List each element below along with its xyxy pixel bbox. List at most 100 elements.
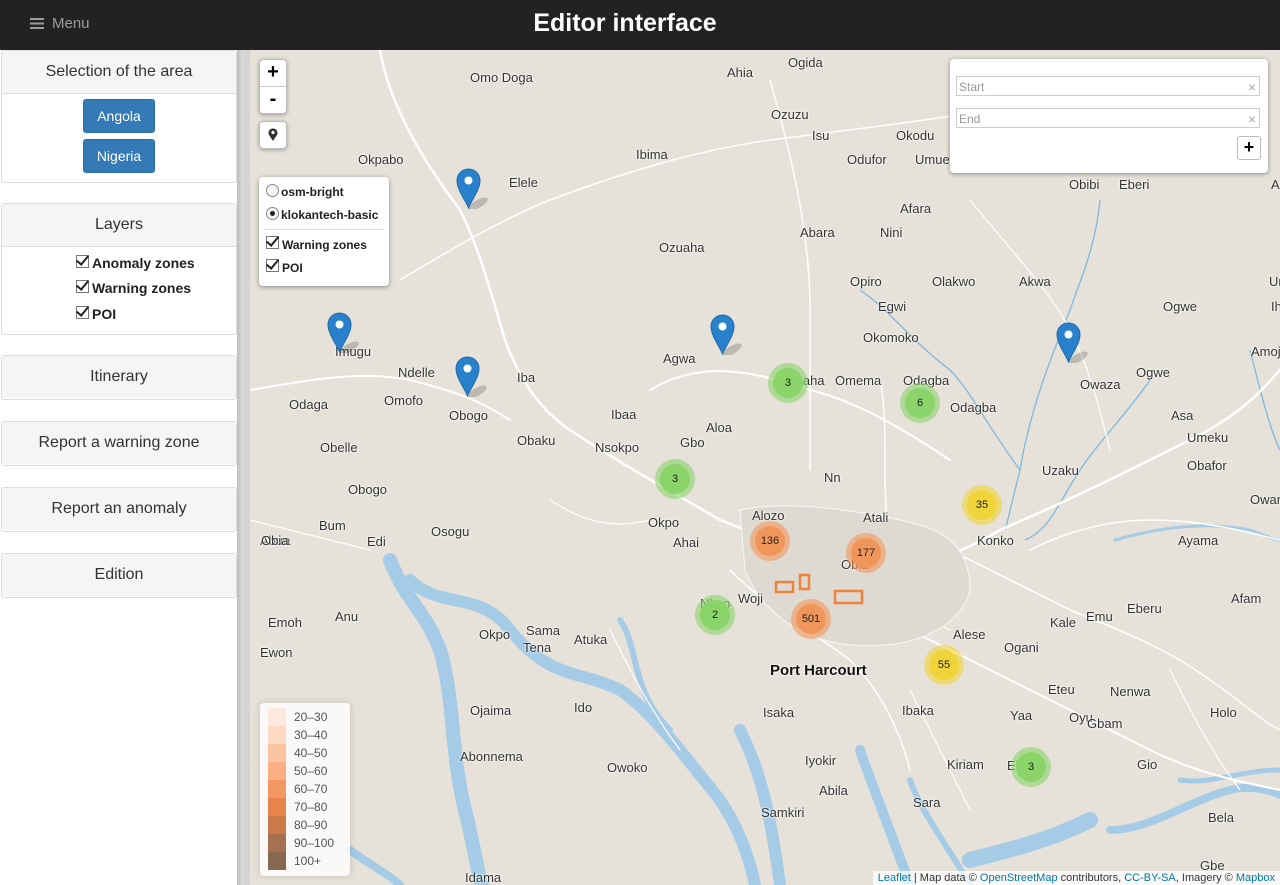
place-label: Abila [819,783,848,798]
place-label: Ogida [788,55,823,70]
report-warning-header[interactable]: Report a warning zone [2,422,236,464]
place-label: Holo [1210,705,1237,720]
marker-cluster[interactable]: 35 [962,485,1002,525]
divider [264,229,384,230]
top-navbar: Menu Editor interface [0,0,1280,50]
legend-label: 80–90 [294,818,328,832]
warning-zones-checkbox[interactable]: Warning zones [76,280,191,296]
poi-marker[interactable] [455,356,487,399]
place-label: Ibaa [611,407,637,422]
place-label: Aloa [706,420,733,435]
nigeria-button[interactable]: Nigeria [83,139,155,173]
marker-cluster[interactable]: 3 [1011,747,1051,787]
poi-marker[interactable] [456,168,488,211]
place-label: Egwi [878,299,907,314]
marker-cluster[interactable]: 3 [768,363,808,403]
anomaly-zones-checkbox[interactable]: Anomaly zones [76,255,195,271]
map-attribution: Leaflet | Map data © OpenStreetMap contr… [872,871,1280,885]
area-selection-header[interactable]: Selection of the area [2,51,236,94]
legend-label: 40–50 [294,746,328,760]
place-label: Bela [1208,810,1235,825]
place-label: Elele [509,175,538,190]
checkbox-icon [76,255,89,268]
place-label: Odagba [950,400,997,415]
place-label: Nenwa [1110,684,1151,699]
marker-cluster[interactable]: 55 [924,645,964,685]
place-label: Akwa [1019,274,1051,289]
locate-button[interactable] [259,121,287,149]
place-label: Ayama [1178,533,1219,548]
legend-item: 70–80 [268,798,327,816]
legend-label: 20–30 [294,710,328,724]
zoom-out-button[interactable]: - [260,87,286,113]
osm-link[interactable]: OpenStreetMap [980,872,1058,884]
base-layer-klokantech-basic[interactable]: klokantech-basic [266,207,378,222]
overlay-warning-zones[interactable]: Warning zones [266,236,367,252]
place-label: Kale [1050,615,1077,630]
place-label: Ndelle [398,365,435,380]
place-label: Umu [1269,274,1280,289]
zoom-in-button[interactable]: + [260,60,286,87]
map[interactable]: Omo Doga Ahia Ogida Ozuzu Isu Okodu Okpabo Ibim… [250,50,1280,885]
place-label: Osogu [431,524,470,539]
place-label: Gbo [680,435,705,450]
place-label: Nn [824,470,841,485]
cluster-count: 136 [755,526,785,556]
mapbox-link[interactable]: Mapbox [1236,872,1275,884]
place-label: Okpo [479,627,511,642]
marker-cluster[interactable]: 6 [900,383,940,423]
clear-end-icon[interactable]: × [1248,109,1256,129]
place-label: Emu [1086,609,1113,624]
anomaly-zones-label: Anomaly zones [92,255,195,271]
legend-swatch [268,816,286,834]
legend-label: 30–40 [294,728,328,742]
map-tiles [250,50,1280,885]
report-anomaly-header[interactable]: Report an anomaly [2,488,236,530]
poi-label: POI [92,306,117,322]
radio-selected-icon [266,207,279,220]
start-input[interactable]: Start × [956,76,1260,96]
poi-marker[interactable] [327,312,359,355]
legend-item: 50–60 [268,762,327,780]
angola-button[interactable]: Angola [83,99,155,133]
place-label: Yaa [1010,708,1033,723]
place-label: Anu [335,609,359,624]
legend-label: 60–70 [294,782,328,796]
base-layer-label: klokantech-basic [281,208,379,222]
checkbox-icon [76,280,89,293]
marker-cluster[interactable]: 501 [791,599,831,639]
marker-cluster[interactable]: 177 [846,533,886,573]
add-waypoint-button[interactable]: + [1237,136,1261,160]
layers-header[interactable]: Layers [2,204,236,247]
poi-checkbox[interactable]: POI [76,306,116,322]
place-label: Ibima [636,147,668,162]
layer-switcher: osm-bright klokantech-basic Warning zone… [259,177,389,286]
end-input[interactable]: End × [956,108,1260,128]
legend-item: 40–50 [268,744,327,762]
place-label: Owoko [607,760,648,775]
poi-marker[interactable] [1056,322,1088,365]
place-label: Omofo [384,393,424,408]
place-label: Nini [880,225,903,240]
map-pin-icon [1056,322,1088,365]
place-label: Isu [812,128,830,143]
place-label: Obafor [1187,458,1227,473]
marker-cluster[interactable]: 3 [655,459,695,499]
checkbox-icon [266,259,279,272]
itinerary-header[interactable]: Itinerary [2,356,236,398]
leaflet-link[interactable]: Leaflet [878,872,911,884]
marker-cluster[interactable]: 2 [695,595,735,635]
edition-header[interactable]: Edition [2,554,236,596]
place-label: Afam [1231,591,1262,606]
place-label: Ojaima [470,703,512,718]
overlay-poi[interactable]: POI [266,259,303,275]
place-label: Ogwe [1136,365,1170,380]
place-label: Iba [517,370,536,385]
license-link[interactable]: CC-BY-SA [1124,872,1176,884]
place-label: Port Harcourt [770,662,867,679]
poi-marker[interactable] [710,314,742,357]
base-layer-osm-bright[interactable]: osm-bright [266,184,344,199]
clear-start-icon[interactable]: × [1248,77,1256,97]
marker-cluster[interactable]: 136 [750,521,790,561]
legend-swatch [268,762,286,780]
